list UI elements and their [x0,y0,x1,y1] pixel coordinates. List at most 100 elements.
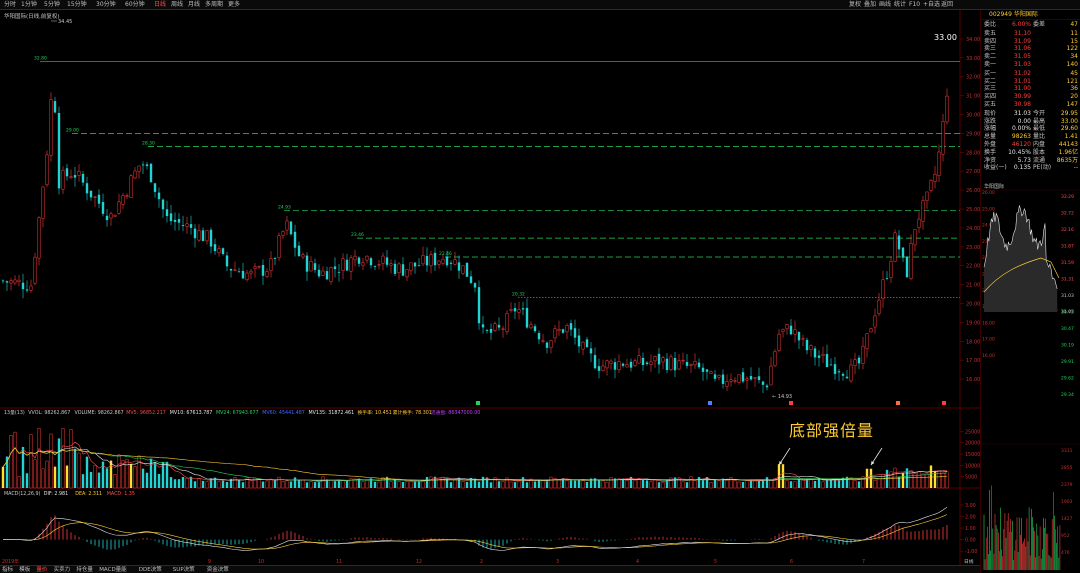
stat-value-2: 29.60 [1060,125,1078,133]
indicator-tab[interactable]: 资金决策 [207,566,229,573]
volume-bar [917,471,921,489]
volume-legend-item: 累计换手: 78.301 [393,409,432,416]
volume-bar [565,480,569,489]
period-tab[interactable]: 周线 [171,0,183,9]
indicator-tab[interactable]: 持仓量 [76,566,93,573]
volume-legend-item: MV60: 45441.487 [262,410,305,416]
volume-bar [417,481,421,488]
event-marker[interactable] [789,401,793,405]
toolbar-5[interactable]: +自选 [923,0,940,9]
candle-up [893,232,897,262]
indicator-tab[interactable]: 指标 [2,566,13,573]
indicator-tab[interactable]: 模板 [19,566,30,573]
candle-up [669,356,673,370]
indicator-tab[interactable]: DDE决策 [139,566,162,573]
kline-chart[interactable]: 华阳国际(日线,前复权) 34.00 33.00 32.00 31.00 30.00 29.… [0,10,980,565]
candle-up [773,351,777,367]
ask-row: 卖二 31.05 34 [981,53,1080,61]
macd-y-tick-label: 2.00 [965,514,976,520]
event-marker[interactable] [708,401,712,405]
candle-down [521,308,525,310]
candle-down [469,276,473,283]
indicator-tab[interactable]: 量价 [36,566,47,573]
indicator-tab[interactable]: SUP决策 [173,566,195,573]
period-tab[interactable]: 日线 [154,0,166,9]
candle-up [301,254,305,258]
bid-price: 31.01 [1013,77,1031,85]
ask-row: 卖四 31.09 15 [981,38,1080,46]
period-tab[interactable]: 15分钟 [67,0,87,9]
candle-up [865,333,869,350]
candle-up [541,340,545,342]
toolbar-3[interactable]: 统计 [894,0,906,9]
period-tab[interactable]: 5分钟 [44,0,60,9]
candle-down [525,307,529,328]
y-tick-label: 20.00 [966,302,980,308]
volume-bar [225,481,229,488]
candle-up [921,200,925,222]
candle-down [417,265,421,267]
toolbar-2[interactable]: 画线 [879,0,891,9]
mini-left-tick: 16.00 [982,353,995,359]
volume-bar [145,472,149,488]
candle-up [361,262,365,266]
candle-down [741,372,745,382]
period-tab[interactable]: 分时 [4,0,16,9]
intraday-mini-chart[interactable]: 华阳国际26.0025.0024.0023.0022.0021.0020.001… [981,182,1080,572]
candle-up [9,280,13,284]
candle-down [533,326,537,332]
event-marker[interactable] [942,401,946,405]
candle-down [433,252,437,266]
volume-bar [653,479,657,489]
indicator-tab[interactable]: MACD量能 [99,566,127,573]
candle-up [617,361,621,370]
stat-value-2: 8635万 [1056,156,1078,164]
volume-bar [73,448,77,488]
volume-bar [537,479,541,488]
toolbar-1[interactable]: 叠加 [864,0,876,9]
volume-bar [125,458,129,489]
candle-down [53,101,57,113]
candle-down [673,358,677,371]
candle-down [573,328,577,338]
toolbar-0[interactable]: 复权 [849,0,861,9]
volume-bar [205,481,209,489]
bid-volume: 45 [1070,69,1078,77]
event-marker[interactable] [896,401,900,405]
event-marker[interactable] [476,401,480,405]
candle-up [93,196,97,198]
mini-price-tick: 32.16 [1061,227,1074,233]
stat-row: 现价 31.03 今开 29.95 [981,110,1080,118]
y-tick-label: 22.00 [966,264,980,270]
candle-down [721,374,725,384]
weibi-value: 6.00% [1011,21,1031,28]
period-tab[interactable]: 更多 [228,0,240,9]
volume-bar [837,480,841,488]
candle-down [221,248,225,255]
volume-bar [441,476,445,489]
indicator-tab[interactable]: 买卖力 [54,566,71,573]
period-tab[interactable]: 月线 [188,0,200,9]
volume-bar [165,461,169,488]
mini-price-tick: 33.29 [1061,194,1074,200]
volume-bar [797,479,801,488]
candle-down [273,258,277,259]
toolbar-6[interactable]: 返回 [941,0,953,9]
toolbar-4[interactable]: F10 [909,0,920,9]
volume-bar [401,482,405,488]
period-tab[interactable]: 60分钟 [125,0,145,9]
volume-bar [405,480,409,489]
candle-up [365,255,369,261]
candle-down [241,270,245,279]
period-tab[interactable]: 30分钟 [96,0,116,9]
candle-up [421,255,425,265]
volume-legend-item: VVOL: 98262.867 [28,410,70,416]
candle-up [529,324,533,329]
period-tab[interactable]: 1分钟 [21,0,37,9]
candle-down [385,257,389,265]
ask-volume: 140 [1066,61,1078,68]
mini-vol-tick: 1903 [1061,499,1073,505]
mini-vol-tick: 2855 [1061,465,1073,471]
period-tab[interactable]: 多周期 [205,0,223,9]
candle-down [141,164,145,166]
